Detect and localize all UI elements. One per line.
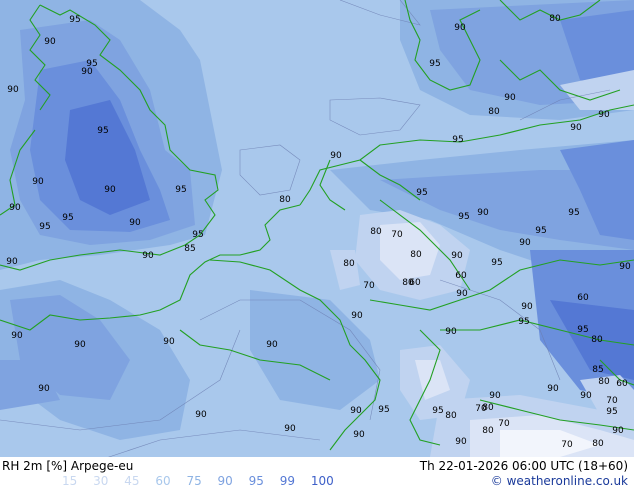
contour-label: 90 — [129, 218, 141, 228]
contour-label: 95 — [39, 222, 50, 232]
contour-label: 90 — [32, 177, 44, 187]
legend-value: 60 — [155, 474, 171, 488]
contour-label: 80 — [598, 377, 610, 387]
contour-label: 70 — [475, 404, 487, 414]
contour-label: 90 — [350, 406, 362, 416]
contour-label: 90 — [456, 289, 468, 299]
contour-label: 90 — [7, 85, 19, 95]
legend-value: 15 — [62, 474, 78, 488]
contour-label: 80 — [402, 278, 414, 288]
contour-label: 90 — [504, 93, 516, 103]
contour-label: 80 — [592, 439, 604, 449]
contour-label: 80 — [445, 411, 457, 421]
contour-label: 60 — [577, 293, 589, 303]
contour-label: 90 — [330, 151, 342, 161]
contour-label: 95 — [192, 230, 203, 240]
legend-value: 99 — [279, 474, 296, 488]
credit-link[interactable]: © weatheronline.co.uk — [491, 474, 628, 488]
contour-label: 70 — [606, 396, 618, 406]
contour-label: 90 — [74, 340, 86, 350]
contour-label: 95 — [69, 15, 80, 25]
contour-label: 80 — [488, 107, 500, 117]
contour-label: 90 — [9, 203, 21, 213]
contour-label: 90 — [284, 424, 296, 434]
contour-label: 80 — [343, 259, 355, 269]
contour-label: 95 — [432, 406, 443, 416]
contour-label: 90 — [44, 37, 56, 47]
contour-label: 80 — [410, 250, 422, 260]
contour-label: 85 — [184, 244, 195, 254]
contour-label: 60 — [455, 271, 467, 281]
valid-time: Th 22-01-2026 06:00 UTC (18+60) — [419, 459, 628, 473]
contour-label: 95 — [606, 407, 617, 417]
contour-label: 95 — [175, 185, 186, 195]
contour-label: 80 — [549, 14, 561, 24]
contour-label: 90 — [142, 251, 154, 261]
contour-label: 90 — [163, 337, 175, 347]
contour-label: 90 — [454, 23, 466, 33]
contour-label: 95 — [577, 325, 588, 335]
contour-label: 80 — [279, 195, 291, 205]
contour-label: 90 — [81, 67, 93, 77]
contour-label: 90 — [6, 257, 18, 267]
contour-label: 95 — [568, 208, 579, 218]
contour-label: 80 — [370, 227, 382, 237]
contour-label: 80 — [591, 335, 603, 345]
contour-label: 90 — [455, 437, 467, 447]
contour-label: 85 — [592, 365, 603, 375]
contour-label: 70 — [561, 440, 573, 450]
contour-label: 90 — [353, 430, 365, 440]
rh-map: 95 90 95 90 90 95 95 90 95 90 95 90 90 95 85 90 90 90 90 90… — [0, 0, 634, 457]
contour-label: 90 — [489, 391, 501, 401]
contour-label: 90 — [266, 340, 278, 350]
contour-label: 80 — [482, 426, 494, 436]
contour-label: 60 — [616, 379, 628, 389]
contour-label: 90 — [445, 327, 457, 337]
legend-value: 100 — [310, 474, 334, 488]
product-title: RH 2m [%] Arpege-eu — [2, 459, 134, 473]
contour-label: 70 — [498, 419, 510, 429]
contour-label: 95 — [491, 258, 502, 268]
contour-label: 90 — [612, 426, 624, 436]
contour-label: 95 — [62, 213, 73, 223]
contour-label: 95 — [97, 126, 108, 136]
contour-label: 90 — [519, 238, 531, 248]
contour-label: 90 — [570, 123, 582, 133]
map-footer: RH 2m [%] Arpege-eu Th 22-01-2026 06:00 … — [0, 457, 634, 490]
contour-label: 95 — [518, 317, 529, 327]
contour-label: 90 — [619, 262, 631, 272]
contour-label: 90 — [521, 302, 533, 312]
legend-value: 45 — [124, 474, 140, 488]
contour-label: 70 — [391, 230, 403, 240]
legend-value: 90 — [217, 474, 233, 488]
contour-label: 95 — [458, 212, 469, 222]
contour-label: 90 — [38, 384, 50, 394]
contour-label: 90 — [598, 110, 610, 120]
contour-label: 90 — [477, 208, 489, 218]
contour-label: 90 — [580, 391, 592, 401]
contour-label: 95 — [378, 405, 389, 415]
legend-value: 95 — [248, 474, 264, 488]
contour-label: 90 — [547, 384, 559, 394]
contour-label: 70 — [363, 281, 375, 291]
contour-label: 90 — [195, 410, 207, 420]
contour-label: 90 — [351, 311, 363, 321]
legend-value: 30 — [93, 474, 109, 488]
contour-label: 90 — [104, 185, 116, 195]
contour-label: 95 — [416, 188, 427, 198]
contour-label: 95 — [452, 135, 463, 145]
contour-label: 95 — [535, 226, 546, 236]
legend-value: 75 — [186, 474, 202, 488]
contour-label: 90 — [451, 251, 463, 261]
humidity-legend: 15 30 45 60 75 90 95 99 100 — [62, 474, 346, 488]
contour-label: 90 — [11, 331, 23, 341]
contour-label: 95 — [429, 59, 440, 69]
